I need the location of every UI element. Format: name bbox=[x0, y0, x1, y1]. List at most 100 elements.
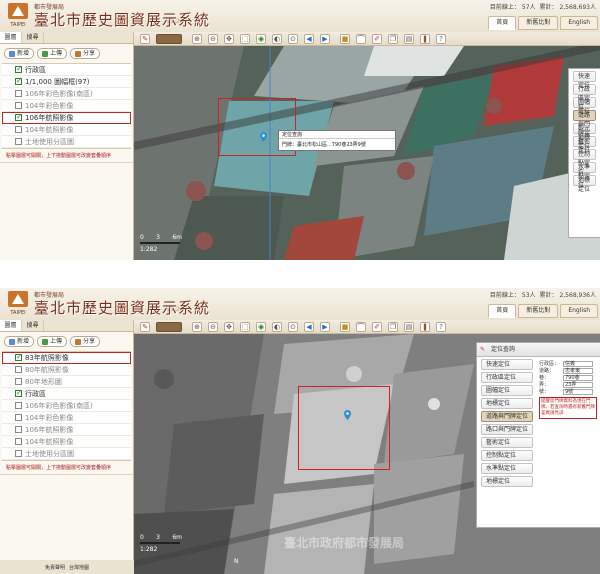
back-icon[interactable]: ◀ bbox=[304, 34, 314, 44]
copy-icon[interactable]: ❐ bbox=[388, 34, 398, 44]
locate-menu-item-selected[interactable]: 道路與門牌定位 bbox=[481, 411, 533, 422]
upload-button[interactable]: 上傳 bbox=[37, 48, 68, 59]
pan-icon[interactable]: ✥ bbox=[224, 322, 234, 332]
taiwan-map-link[interactable]: 台灣地圖 bbox=[69, 564, 89, 571]
disclaimer-link[interactable]: 免責聲明 bbox=[45, 564, 65, 571]
locate-menu-item[interactable]: 地標定位 bbox=[481, 476, 533, 487]
checkbox[interactable] bbox=[15, 438, 22, 445]
layer-item[interactable]: 104年彩色影像 bbox=[2, 100, 131, 112]
print-icon[interactable]: ■ bbox=[340, 322, 350, 332]
checkbox[interactable] bbox=[15, 126, 22, 133]
layer-item[interactable]: 80年航照影像 bbox=[2, 364, 131, 376]
add-button[interactable]: 新增 bbox=[4, 48, 35, 59]
pointer-icon[interactable]: ✎ bbox=[140, 34, 150, 44]
tab-layers[interactable]: 圖層 bbox=[0, 32, 22, 43]
tab-english[interactable]: English bbox=[560, 304, 598, 318]
layer-item[interactable]: 106年彩色影像(南區) bbox=[2, 88, 131, 100]
print-icon[interactable]: ■ bbox=[340, 34, 350, 44]
locate-menu-item-selected[interactable]: 道路與門牌定位 bbox=[573, 110, 596, 146]
pan-icon[interactable]: ✥ bbox=[224, 34, 234, 44]
checkbox[interactable] bbox=[15, 112, 23, 121]
aerial-map[interactable]: 定位查詢 門牌：臺北市松山區...790巷23弄9號 快速定位 行政區定位 圖幅… bbox=[134, 46, 600, 260]
road-select[interactable]: 忠孝東 bbox=[563, 367, 593, 374]
locate-menu-item[interactable]: 觀光地標定位 bbox=[573, 123, 596, 150]
eraser-icon[interactable]: ✐ bbox=[372, 34, 382, 44]
tab-compare[interactable]: 新舊比對 bbox=[518, 304, 559, 318]
checkbox[interactable] bbox=[15, 414, 22, 421]
tab-layers[interactable]: 圖層 bbox=[0, 320, 22, 331]
upload-button[interactable]: 上傳 bbox=[37, 336, 68, 347]
document-icon[interactable]: ▤ bbox=[404, 322, 414, 332]
locate-icon[interactable]: ⊙ bbox=[288, 322, 298, 332]
alley-select[interactable]: 23弄 bbox=[563, 381, 593, 388]
locate-menu-item[interactable]: 水準點定位 bbox=[481, 463, 533, 474]
checkbox[interactable] bbox=[15, 426, 22, 433]
layer-item[interactable]: 行政區 bbox=[2, 388, 131, 400]
locate-menu-item[interactable]: 水準點定位 bbox=[573, 162, 596, 189]
checkbox[interactable] bbox=[15, 402, 22, 409]
bookmark-icon[interactable]: ❚ bbox=[420, 322, 430, 332]
tab-compare[interactable]: 新舊比對 bbox=[518, 16, 559, 30]
previous-view-icon[interactable]: ◐ bbox=[272, 322, 282, 332]
locate-menu-item[interactable]: 控制點定位 bbox=[481, 450, 533, 461]
checkbox[interactable] bbox=[15, 90, 22, 97]
bookmark-icon[interactable]: ❚ bbox=[420, 34, 430, 44]
checkbox[interactable] bbox=[15, 450, 22, 457]
aerial-map[interactable]: 臺北市政府都市發展局 ✎ 定位查詢 快速定位 行政區定位 圖幅定位 地標定位 道… bbox=[134, 334, 600, 574]
layer-item[interactable]: 106年航照影像 bbox=[2, 424, 131, 436]
full-extent-icon[interactable]: ◉ bbox=[256, 322, 266, 332]
tab-search[interactable]: 搜尋 bbox=[22, 320, 44, 331]
layer-item[interactable]: 106年彩色影像(南區) bbox=[2, 400, 131, 412]
checkbox[interactable] bbox=[15, 102, 22, 109]
locate-menu-item[interactable]: 行政區定位 bbox=[573, 84, 596, 111]
layer-item-highlighted[interactable]: 83年航照影像 bbox=[2, 352, 131, 364]
locate-menu-item[interactable]: 控制點定位 bbox=[573, 149, 596, 176]
zoom-in-icon[interactable]: ⊕ bbox=[192, 322, 202, 332]
layer-swatch-button[interactable] bbox=[156, 322, 182, 332]
help-icon[interactable]: ? bbox=[436, 322, 446, 332]
share-button[interactable]: 分享 bbox=[70, 336, 101, 347]
eraser-icon[interactable]: ✐ bbox=[372, 322, 382, 332]
help-icon[interactable]: ? bbox=[436, 34, 446, 44]
lane-select[interactable]: 790巷 bbox=[563, 374, 593, 381]
measure-icon[interactable]: ⌒ bbox=[356, 34, 366, 44]
measure-icon[interactable]: ⌒ bbox=[356, 322, 366, 332]
locate-menu-item[interactable]: 圖幅定位 bbox=[481, 385, 533, 396]
locate-menu-item[interactable]: 地標定位 bbox=[481, 398, 533, 409]
forward-icon[interactable]: ▶ bbox=[320, 322, 330, 332]
locate-menu-item[interactable]: 路口與門牌定位 bbox=[481, 424, 533, 435]
checkbox[interactable] bbox=[15, 76, 23, 85]
layer-item[interactable]: 104年航照影像 bbox=[2, 124, 131, 136]
layer-item[interactable]: 1/1,000 圖幅框(97) bbox=[2, 76, 131, 88]
layer-item[interactable]: 土地使用分區圖 bbox=[2, 136, 131, 148]
locate-menu-item[interactable]: 藝術定位 bbox=[573, 136, 596, 154]
locate-menu-item[interactable]: 藝術定位 bbox=[481, 437, 533, 448]
locate-menu-item[interactable]: 快速定位 bbox=[573, 71, 596, 89]
select-icon[interactable]: ⬚ bbox=[240, 34, 250, 44]
checkbox[interactable] bbox=[15, 388, 23, 397]
layer-item[interactable]: 80年地形圖 bbox=[2, 376, 131, 388]
district-select[interactable]: 信義 bbox=[563, 360, 593, 367]
select-icon[interactable]: ⬚ bbox=[240, 322, 250, 332]
pointer-icon[interactable]: ✎ bbox=[140, 322, 150, 332]
tab-english[interactable]: English bbox=[560, 16, 598, 30]
zoom-out-icon[interactable]: ⊖ bbox=[208, 34, 218, 44]
back-icon[interactable]: ◀ bbox=[304, 322, 314, 332]
full-extent-icon[interactable]: ◉ bbox=[256, 34, 266, 44]
locate-menu-item[interactable]: 行政區定位 bbox=[481, 372, 533, 383]
locate-menu-item[interactable]: 地標定位 bbox=[573, 175, 596, 193]
tab-home[interactable]: 首頁 bbox=[488, 16, 517, 30]
checkbox[interactable] bbox=[15, 378, 22, 385]
layer-swatch-button[interactable] bbox=[156, 34, 182, 44]
layer-item[interactable]: 104年彩色影像 bbox=[2, 412, 131, 424]
layer-item-highlighted[interactable]: 106年航照影像 bbox=[2, 112, 131, 124]
checkbox[interactable] bbox=[15, 64, 23, 73]
checkbox[interactable] bbox=[15, 352, 23, 361]
forward-icon[interactable]: ▶ bbox=[320, 34, 330, 44]
tab-home[interactable]: 首頁 bbox=[488, 304, 517, 318]
locate-menu-item[interactable]: 圖幅定位 bbox=[573, 97, 596, 115]
checkbox[interactable] bbox=[15, 138, 22, 145]
document-icon[interactable]: ▤ bbox=[404, 34, 414, 44]
share-button[interactable]: 分享 bbox=[70, 48, 101, 59]
locate-icon[interactable]: ⊙ bbox=[288, 34, 298, 44]
